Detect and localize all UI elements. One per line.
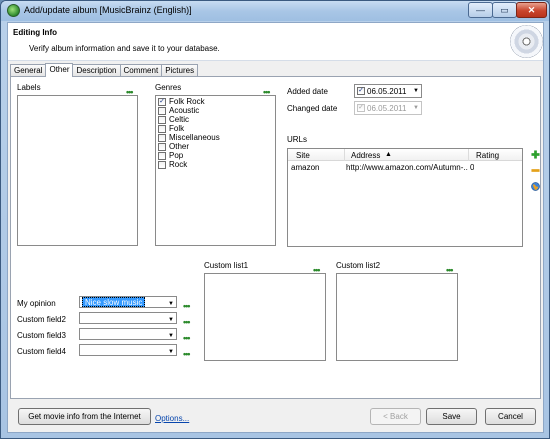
- cancel-button[interactable]: Cancel: [485, 408, 536, 425]
- changed-date-label: Changed date: [287, 104, 338, 113]
- column-rating[interactable]: Rating: [476, 151, 499, 160]
- added-date-label: Added date: [287, 87, 328, 96]
- header-subtitle: Verify album information and save it to …: [29, 44, 220, 53]
- back-button: < Back: [370, 408, 421, 425]
- custom-field2-combo[interactable]: ▼: [79, 312, 177, 324]
- genres-label: Genres: [155, 83, 182, 92]
- genre-item[interactable]: Miscellaneous: [158, 133, 275, 142]
- custom-field-more-button[interactable]: •••: [183, 350, 191, 359]
- cd-icon: [510, 25, 543, 58]
- custom-list2[interactable]: [336, 273, 458, 361]
- app-icon: [7, 4, 20, 17]
- dialog-header: Editing Info Verify album information an…: [8, 23, 543, 61]
- genre-checkbox[interactable]: [158, 142, 166, 151]
- tab-panel-other: Labels ••• Genres ••• ✓ Folk Rock Acousti…: [10, 76, 541, 399]
- save-button[interactable]: Save: [426, 408, 477, 425]
- sort-ascending-icon: ▲: [385, 151, 392, 158]
- column-address[interactable]: Address: [351, 151, 380, 160]
- custom-list1-label: Custom list1: [204, 261, 249, 270]
- tab-other[interactable]: Other: [45, 63, 74, 77]
- plus-icon[interactable]: [531, 150, 540, 159]
- urls-label: URLs: [287, 135, 308, 144]
- title-bar[interactable]: Add/update album [MusicBrainz (English)]…: [1, 1, 549, 21]
- genre-checkbox[interactable]: [158, 160, 166, 169]
- added-date-value: 06.05.2011: [367, 86, 407, 96]
- custom-field-more-button[interactable]: •••: [183, 334, 191, 343]
- tab-strip: General Other Description Comment Pictur…: [10, 63, 199, 77]
- globe-icon[interactable]: [531, 182, 540, 191]
- genre-item[interactable]: Acoustic: [158, 106, 275, 115]
- genres-list[interactable]: ✓ Folk Rock Acoustic Celtic Folk Miscella…: [155, 95, 276, 246]
- dialog-window: Add/update album [MusicBrainz (English)]…: [0, 0, 550, 439]
- options-link[interactable]: Options...: [155, 414, 189, 423]
- custom-field-label: Custom field2: [17, 315, 66, 324]
- my-opinion-combo[interactable]: Nice slow music ▼: [79, 296, 177, 308]
- urls-grid[interactable]: Site Address ▲ Rating amazon http://www.…: [287, 148, 523, 247]
- window-title: Add/update album [MusicBrainz (English)]: [24, 5, 192, 15]
- custom-field-label: Custom field3: [17, 331, 66, 340]
- genre-item[interactable]: Other: [158, 142, 275, 151]
- custom-list2-label: Custom list2: [336, 261, 381, 270]
- changed-date-value: 06.05.2011: [367, 103, 407, 113]
- labels-label: Labels: [17, 83, 41, 92]
- my-opinion-value: Nice slow music: [82, 297, 146, 307]
- genre-item[interactable]: Folk: [158, 124, 275, 133]
- minus-icon[interactable]: [531, 166, 540, 175]
- added-date-checkbox[interactable]: ✓: [357, 87, 365, 95]
- genre-item[interactable]: Celtic: [158, 115, 275, 124]
- labels-list[interactable]: [17, 95, 138, 246]
- minimize-button[interactable]: —: [468, 2, 493, 18]
- chevron-down-icon: ▼: [413, 105, 419, 111]
- added-date-picker[interactable]: ✓ 06.05.2011 ▼: [354, 84, 422, 98]
- genre-checkbox[interactable]: [158, 151, 166, 160]
- custom-field4-combo[interactable]: ▼: [79, 344, 177, 356]
- genre-item[interactable]: ✓ Folk Rock: [158, 97, 275, 106]
- maximize-button[interactable]: ▭: [492, 2, 517, 18]
- genre-item[interactable]: Pop: [158, 151, 275, 160]
- genre-checkbox[interactable]: [158, 133, 166, 142]
- custom-field3-combo[interactable]: ▼: [79, 328, 177, 340]
- dialog-client: Editing Info Verify album information an…: [7, 22, 544, 433]
- get-movie-info-button[interactable]: Get movie info from the Internet: [18, 408, 151, 425]
- close-button[interactable]: ✕: [516, 2, 547, 18]
- chevron-down-icon[interactable]: ▼: [168, 299, 174, 309]
- urls-grid-header: Site Address ▲ Rating: [288, 149, 522, 161]
- changed-date-picker: ✓ 06.05.2011 ▼: [354, 101, 422, 115]
- custom-field-label: My opinion: [17, 299, 56, 308]
- column-site[interactable]: Site: [296, 151, 310, 160]
- changed-date-checkbox: ✓: [357, 104, 365, 112]
- header-title: Editing Info: [13, 28, 57, 37]
- chevron-down-icon[interactable]: ▼: [168, 347, 174, 357]
- genre-checkbox[interactable]: [158, 106, 166, 115]
- chevron-down-icon[interactable]: ▼: [168, 331, 174, 341]
- chevron-down-icon[interactable]: ▼: [413, 88, 419, 94]
- custom-field-more-button[interactable]: •••: [183, 318, 191, 327]
- genre-checkbox[interactable]: [158, 124, 166, 133]
- chevron-down-icon[interactable]: ▼: [168, 315, 174, 325]
- custom-field-label: Custom field4: [17, 347, 66, 356]
- genre-checkbox[interactable]: [158, 115, 166, 124]
- genre-item[interactable]: Rock: [158, 160, 275, 169]
- custom-list1[interactable]: [204, 273, 326, 361]
- genre-checkbox[interactable]: ✓: [158, 97, 166, 106]
- custom-field-more-button[interactable]: •••: [183, 302, 191, 311]
